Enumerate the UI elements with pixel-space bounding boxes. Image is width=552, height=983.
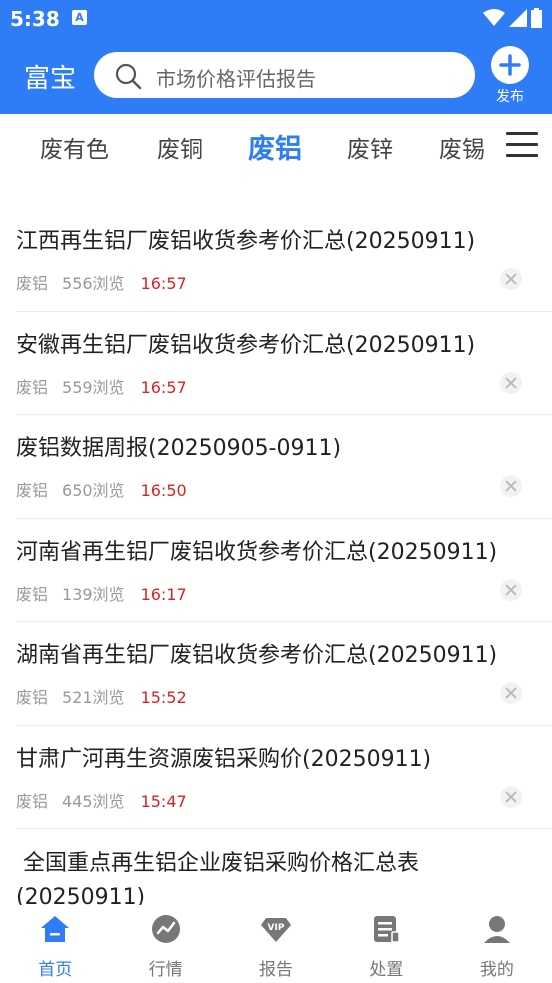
nav-label: 行情 [148,960,183,980]
article-views: 559浏览 [62,377,125,397]
article-meta: 废铝 650浏览 16:50 [16,477,187,501]
nav-label: 报告 [259,960,294,980]
status-icons [483,8,542,28]
vip-diamond-icon: VIP [261,918,292,942]
article-title: 全国重点再生铝企业废铝采购价格汇总表 [16,851,419,876]
profile-icon [483,916,510,943]
search-icon [115,63,142,90]
article-title: 废铝数据周报(20250905-0911) [16,436,342,461]
list-item[interactable]: 安徽再生铝厂废铝收货参考价汇总(20250911) 废铝 559浏览 16:57 [16,312,552,415]
article-title: 江西再生铝厂废铝收货参考价汇总(20250911) [16,229,476,254]
dismiss-icon[interactable] [500,475,522,497]
home-icon [41,916,70,942]
article-title: 安徽再生铝厂废铝收货参考价汇总(20250911) [16,332,476,358]
list-item[interactable]: 甘肃广河再生资源废铝采购价(20250911) 废铝 445浏览 15:47 [16,726,552,829]
nav-label: 处置 [369,960,404,980]
article-category: 废铝 [16,481,49,500]
category-tabs: 废有色 废铜 废铝 废锌 废锡 [0,114,552,180]
list-item[interactable]: 河南省再生铝厂废铝收货参考价汇总(20250911) 废铝 139浏览 16:17 [16,519,552,622]
dismiss-icon[interactable] [500,682,522,704]
tab-waste-nonferrous[interactable]: 废有色 [40,130,109,164]
article-time: 15:47 [140,791,187,811]
article-meta: 废铝 559浏览 16:57 [16,374,187,398]
article-category: 废铝 [16,584,49,604]
app-header: 富宝 市场价格评估报告 发布 [0,36,552,114]
nav-disposal[interactable]: 处置 [331,905,441,983]
article-list: 江西再生铝厂废铝收货参考价汇总(20250911) 废铝 556浏览 16:57 安… [0,208,552,829]
svg-text:VIP: VIP [268,923,285,933]
article-meta: 废铝 556浏览 16:57 [16,270,187,294]
battery-icon [531,8,542,28]
document-icon [374,916,401,943]
article-title: 河南省再生铝厂废铝收货参考价汇总(20250911) [16,539,498,565]
dismiss-icon[interactable] [500,578,522,601]
signal-icon [509,9,527,27]
publish-button[interactable]: 发布 [488,46,532,106]
article-title: 甘肃广河再生资源废铝采购价(20250911) [16,746,432,772]
menu-icon[interactable] [506,132,538,160]
dismiss-icon[interactable] [500,268,522,290]
article-time: 15:52 [140,688,187,707]
article-category: 废铝 [16,688,49,707]
nav-market[interactable]: 行情 [110,905,220,983]
dismiss-icon[interactable] [500,785,522,808]
article-meta: 废铝 521浏览 15:52 [16,684,187,708]
tab-waste-tin[interactable]: 废锡 [439,130,485,164]
article-time: 16:17 [140,584,187,604]
article-views: 139浏览 [62,584,125,604]
article-category: 废铝 [16,377,49,397]
nav-label: 我的 [479,960,514,980]
nav-label: 首页 [38,960,73,980]
article-category: 废铝 [16,791,49,811]
search-placeholder: 市场价格评估报告 [156,67,316,91]
list-item[interactable]: 废铝数据周报(20250905-0911) 废铝 650浏览 16:50 [16,415,552,519]
wifi-icon [483,9,505,26]
plus-icon [491,46,529,84]
notification-badge: A [72,10,87,25]
article-time: 16:57 [140,274,187,293]
article-time: 16:57 [140,377,187,397]
bottom-nav: 首页 行情 VIP 报告 处置 我的 [0,905,552,983]
article-category: 废铝 [16,274,49,293]
tab-waste-aluminum[interactable]: 废铝 [248,127,302,166]
article-views: 650浏览 [62,481,125,500]
article-meta: 废铝 139浏览 16:17 [16,581,187,605]
list-item[interactable]: 江西再生铝厂废铝收货参考价汇总(20250911) 废铝 556浏览 16:57 [16,208,552,312]
article-time: 16:50 [140,481,187,500]
nav-profile[interactable]: 我的 [442,905,552,983]
article-views: 521浏览 [62,688,125,707]
trend-icon [151,915,180,943]
dismiss-icon[interactable] [500,371,522,394]
article-meta: 废铝 445浏览 15:47 [16,788,187,812]
nav-report[interactable]: VIP 报告 [221,905,331,983]
status-bar: 5:38 A [0,0,552,36]
publish-label: 发布 [496,89,524,105]
nav-home[interactable]: 首页 [0,905,110,983]
list-item[interactable]: 湖南省再生铝厂废铝收货参考价汇总(20250911) 废铝 521浏览 15:52 [16,622,552,726]
status-time: 5:38 [10,7,60,31]
tab-waste-zinc[interactable]: 废锌 [347,130,393,164]
article-title: 湖南省再生铝厂废铝收货参考价汇总(20250911) [16,643,498,668]
tab-waste-copper[interactable]: 废铜 [157,130,203,164]
article-views: 556浏览 [62,274,125,293]
app-title: 富宝 [24,64,77,94]
search-bar[interactable]: 市场价格评估报告 [94,52,475,98]
article-views: 445浏览 [62,791,125,811]
